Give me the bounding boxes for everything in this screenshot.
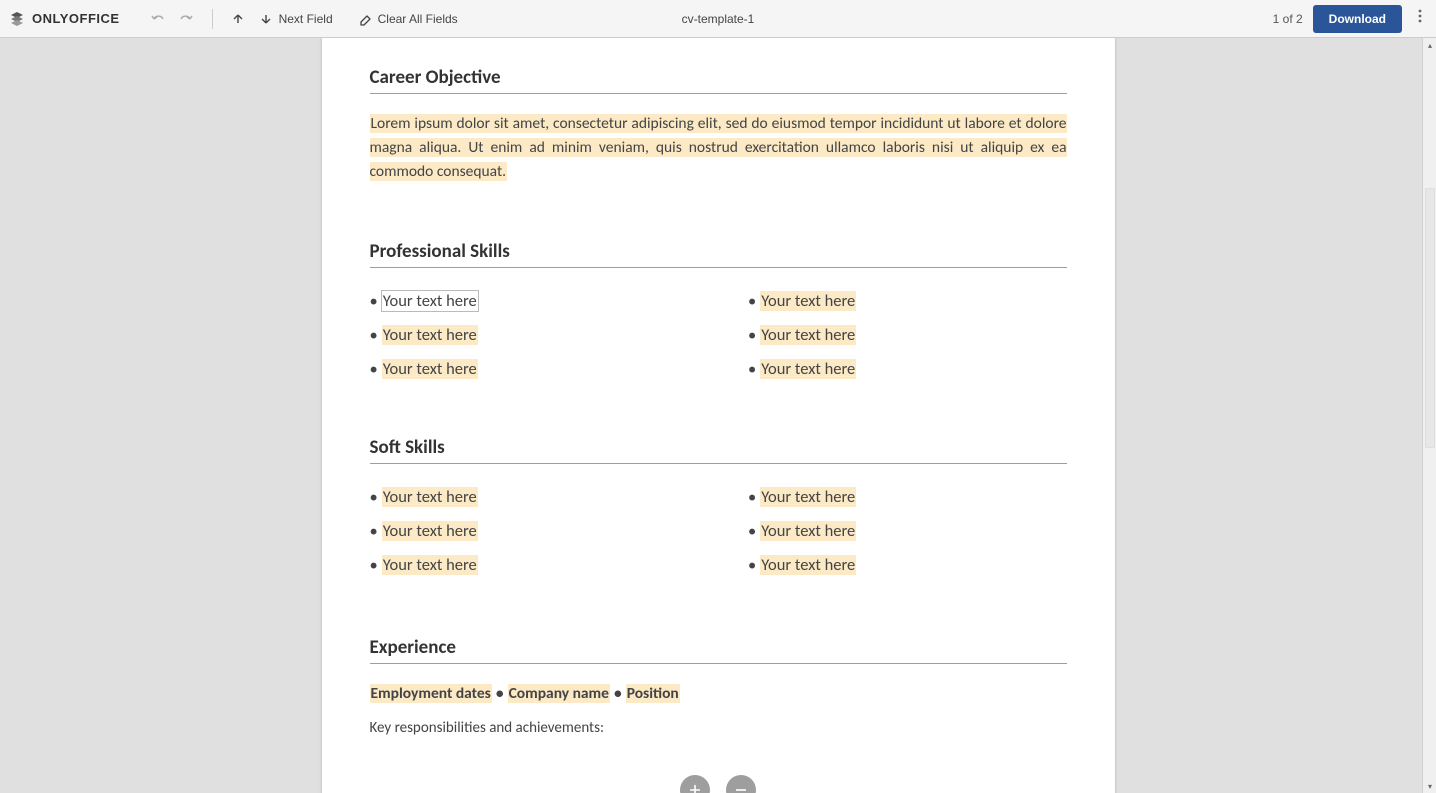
eraser-icon (357, 11, 372, 26)
list-item: •Your text here (370, 480, 689, 514)
arrow-down-icon (259, 12, 273, 26)
field-employment-dates[interactable]: Employment dates (370, 684, 492, 703)
page-controls (370, 775, 1067, 793)
next-field-button[interactable]: Next Field (251, 8, 341, 30)
file-name: cv-template-1 (682, 12, 755, 26)
zoom-out-button[interactable] (726, 775, 756, 793)
document-viewport: Career Objective Lorem ipsum dolor sit a… (0, 38, 1436, 793)
field-skill[interactable]: Your text here (382, 359, 478, 379)
list-item: •Your text here (370, 514, 689, 548)
field-company-name[interactable]: Company name (508, 684, 610, 703)
field-skill[interactable]: Your text here (760, 325, 856, 345)
soft-skills-grid: •Your text here •Your text here •Your te… (370, 480, 1067, 582)
field-skill[interactable]: Your text here (382, 291, 478, 311)
zoom-in-button[interactable] (680, 775, 710, 793)
field-skill[interactable]: Your text here (760, 521, 856, 541)
clear-all-label: Clear All Fields (378, 12, 458, 26)
section-title-soft-skills: Soft Skills (370, 386, 1067, 464)
list-item: •Your text here (748, 318, 1067, 352)
toolbar-separator (212, 9, 213, 29)
field-skill[interactable]: Your text here (760, 359, 856, 379)
experience-subheading: Key responsibilities and achievements: (370, 719, 1067, 737)
list-item: •Your text here (748, 548, 1067, 582)
redo-icon (178, 11, 194, 27)
field-skill[interactable]: Your text here (760, 487, 856, 507)
field-skill[interactable]: Your text here (760, 291, 856, 311)
plus-icon (688, 783, 702, 793)
minus-icon (734, 783, 748, 793)
career-objective-body: Lorem ipsum dolor sit amet, consectetur … (370, 112, 1067, 184)
section-title-professional-skills: Professional Skills (370, 184, 1067, 268)
list-item: •Your text here (748, 480, 1067, 514)
scroll-up-arrow[interactable]: ▴ (1423, 38, 1436, 52)
field-position[interactable]: Position (626, 684, 680, 703)
logo-icon (8, 10, 26, 28)
logo-text: ONLYOFFICE (32, 11, 120, 26)
professional-skills-grid: •Your text here •Your text here •Your te… (370, 284, 1067, 386)
app-logo: ONLYOFFICE (8, 10, 120, 28)
section-title-career-objective: Career Objective (370, 38, 1067, 94)
list-item: •Your text here (370, 318, 689, 352)
field-skill[interactable]: Your text here (382, 325, 478, 345)
list-item: •Your text here (370, 548, 689, 582)
page-indicator: 1 of 2 (1273, 12, 1303, 26)
vertical-scrollbar[interactable]: ▴ ▾ (1422, 38, 1436, 793)
download-button[interactable]: Download (1313, 5, 1402, 33)
list-item: •Your text here (748, 514, 1067, 548)
list-item: •Your text here (370, 352, 689, 386)
list-item: •Your text here (370, 284, 689, 318)
field-skill[interactable]: Your text here (760, 555, 856, 575)
section-title-experience: Experience (370, 582, 1067, 664)
undo-icon (150, 11, 166, 27)
toolbar: ONLYOFFICE Next Field Clear All Fields c… (0, 0, 1436, 38)
field-career-objective[interactable]: Lorem ipsum dolor sit amet, consectetur … (370, 114, 1067, 181)
clear-all-button[interactable]: Clear All Fields (349, 7, 466, 30)
redo-button[interactable] (172, 7, 200, 31)
list-item: •Your text here (748, 284, 1067, 318)
field-skill[interactable]: Your text here (382, 487, 478, 507)
arrow-up-icon (231, 12, 245, 26)
next-field-label: Next Field (279, 12, 333, 26)
kebab-icon (1418, 9, 1422, 23)
experience-header-line: Employment dates•Company name•Position (370, 684, 1067, 703)
scroll-down-arrow[interactable]: ▾ (1423, 779, 1436, 793)
scrollbar-thumb[interactable] (1425, 188, 1435, 448)
field-skill[interactable]: Your text here (382, 555, 478, 575)
document-page: Career Objective Lorem ipsum dolor sit a… (322, 38, 1115, 793)
more-menu-button[interactable] (1412, 5, 1428, 32)
list-item: •Your text here (748, 352, 1067, 386)
field-skill[interactable]: Your text here (382, 521, 478, 541)
prev-field-button[interactable] (225, 8, 251, 30)
undo-button[interactable] (144, 7, 172, 31)
